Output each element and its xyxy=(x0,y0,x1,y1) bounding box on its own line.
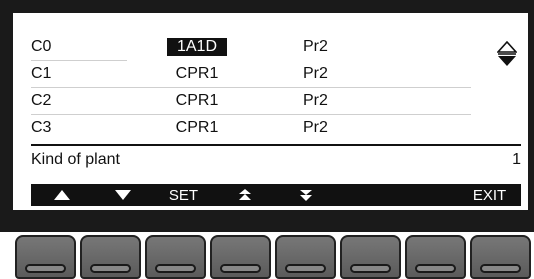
device-panel: C0 1A1D Pr2 C1 CPR1 Pr2 C2 CPR1 Pr2 C3 C… xyxy=(0,0,534,279)
softkey-5[interactable] xyxy=(275,235,336,279)
softkey-groove xyxy=(220,264,261,273)
empty-function-key-6[interactable] xyxy=(336,184,397,206)
row-divider xyxy=(31,60,127,61)
softkey-3[interactable] xyxy=(145,235,206,279)
channel-label: C1 xyxy=(31,65,52,82)
program-value: Pr2 xyxy=(303,65,328,82)
lcd-screen: C0 1A1D Pr2 C1 CPR1 Pr2 C2 CPR1 Pr2 C3 C… xyxy=(13,13,528,210)
bezel-bottom xyxy=(0,210,534,234)
softkey-groove xyxy=(285,264,326,273)
page-down-icon[interactable] xyxy=(275,184,336,206)
row-divider xyxy=(31,114,471,115)
type-value[interactable]: CPR1 xyxy=(167,65,227,83)
softkey-groove xyxy=(350,264,391,273)
channel-label: C2 xyxy=(31,92,52,109)
exit-button[interactable]: EXIT xyxy=(458,184,521,206)
channel-label: C3 xyxy=(31,119,52,136)
up-triangle-icon[interactable] xyxy=(31,184,92,206)
list-row-c3[interactable]: C3 CPR1 Pr2 xyxy=(31,118,471,140)
list-row-c0[interactable]: C0 1A1D Pr2 xyxy=(31,37,471,59)
softkey-1[interactable] xyxy=(15,235,76,279)
softkey-8[interactable] xyxy=(470,235,531,279)
channel-label: C0 xyxy=(31,38,52,55)
softkey-2[interactable] xyxy=(80,235,141,279)
softkey-groove xyxy=(415,264,456,273)
softkey-4[interactable] xyxy=(210,235,271,279)
up-down-scroll-icon xyxy=(497,41,517,66)
softkey-groove xyxy=(480,264,521,273)
bezel-right xyxy=(528,0,534,232)
program-value: Pr2 xyxy=(303,119,328,136)
down-triangle-icon[interactable] xyxy=(92,184,153,206)
program-value: Pr2 xyxy=(303,92,328,109)
type-value[interactable]: CPR1 xyxy=(167,92,227,110)
bezel-top xyxy=(0,0,534,13)
parameter-value: 1 xyxy=(512,151,521,168)
set-button[interactable]: SET xyxy=(153,184,214,206)
softkey-groove xyxy=(90,264,131,273)
softkey-groove xyxy=(155,264,196,273)
bezel-left xyxy=(0,0,13,232)
softkey-7[interactable] xyxy=(405,235,466,279)
page-up-icon[interactable] xyxy=(214,184,275,206)
list-row-c2[interactable]: C2 CPR1 Pr2 xyxy=(31,91,471,113)
type-value-selected[interactable]: 1A1D xyxy=(167,38,227,56)
function-key-bar: SET EXIT xyxy=(31,184,521,206)
separator-line xyxy=(31,144,521,146)
empty-function-key-7[interactable] xyxy=(397,184,458,206)
softkey-groove xyxy=(25,264,66,273)
type-value[interactable]: CPR1 xyxy=(167,119,227,137)
program-value: Pr2 xyxy=(303,38,328,55)
list-row-c1[interactable]: C1 CPR1 Pr2 xyxy=(31,64,471,86)
softkey-6[interactable] xyxy=(340,235,401,279)
softkey-row xyxy=(0,232,534,279)
parameter-label: Kind of plant xyxy=(31,151,120,168)
parameter-row: Kind of plant 1 xyxy=(31,151,521,173)
row-divider xyxy=(31,87,471,88)
